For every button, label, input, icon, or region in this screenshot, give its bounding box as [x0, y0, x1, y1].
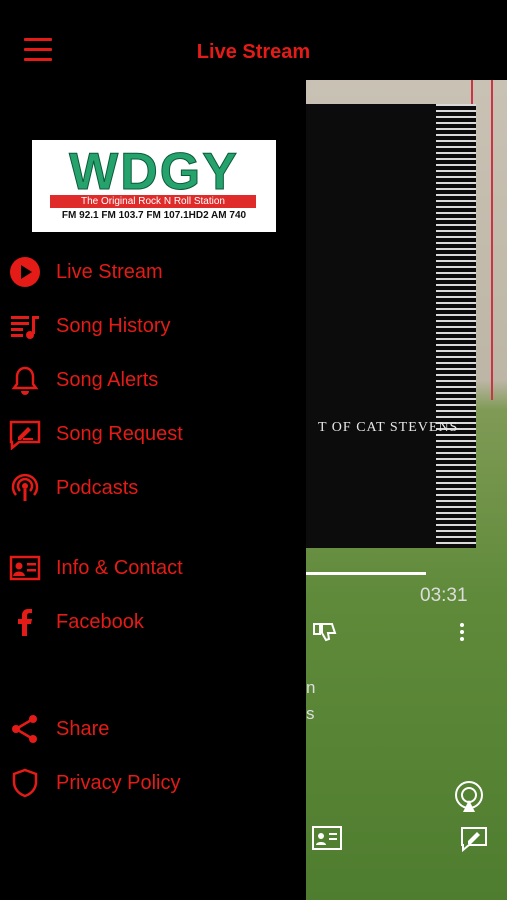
edit-message-icon: [9, 420, 41, 450]
play-circle-icon: [10, 257, 40, 287]
album-art: T OF CAT STEVENS: [306, 104, 476, 548]
menu-item-live-stream[interactable]: Live Stream: [0, 250, 306, 294]
menu-item-share[interactable]: Share: [0, 707, 306, 751]
album-waveform: [436, 104, 476, 548]
more-options-icon[interactable]: [460, 623, 466, 641]
menu-item-song-request[interactable]: Song Request: [0, 412, 306, 456]
logo-frequencies: FM 92.1 FM 103.7 FM 107.1HD2 AM 740: [61, 210, 247, 221]
menu-item-label: Info & Contact: [56, 557, 183, 579]
station-logo: WDGY The Original Rock N Roll Station FM…: [32, 140, 276, 232]
podcast-icon: [11, 473, 39, 501]
menu-item-facebook[interactable]: Facebook: [0, 600, 306, 644]
menu-item-info-contact[interactable]: Info & Contact: [0, 546, 306, 590]
logo-callsign: WDGY: [69, 143, 239, 201]
menu-item-song-alerts[interactable]: Song Alerts: [0, 358, 306, 402]
contact-card-icon: [9, 555, 41, 581]
track-time: 03:31: [420, 585, 468, 606]
album-title-text: T OF CAT STEVENS: [318, 420, 459, 435]
menu-item-label: Song History: [56, 315, 171, 337]
menu-item-privacy-policy[interactable]: Privacy Policy: [0, 761, 306, 805]
menu-item-label: Song Alerts: [56, 369, 159, 391]
track-title-partial: n: [306, 678, 316, 697]
menu-item-song-history[interactable]: Song History: [0, 304, 306, 348]
top-bar: Live Stream: [0, 0, 507, 80]
track-artist-partial: s: [306, 704, 315, 723]
contact-card-icon[interactable]: [312, 826, 342, 850]
menu-item-label: Privacy Policy: [56, 772, 181, 794]
shield-icon: [12, 768, 38, 798]
menu-item-podcasts[interactable]: Podcasts: [0, 466, 306, 510]
menu-item-label: Share: [56, 718, 110, 740]
side-drawer: WDGY The Original Rock N Roll Station FM…: [0, 80, 306, 900]
page-title: Live Stream: [196, 41, 311, 63]
playlist-icon: [11, 316, 39, 339]
thumbs-down-icon[interactable]: [312, 621, 338, 643]
player-background: T OF CAT STEVENS 03:31 n s: [306, 80, 507, 900]
facebook-icon: [18, 609, 32, 636]
progress-bar[interactable]: [306, 572, 426, 575]
menu-item-label: Live Stream: [56, 261, 163, 283]
bell-icon: [11, 366, 39, 395]
menu-item-label: Song Request: [56, 423, 183, 445]
podcast-icon[interactable]: [452, 780, 486, 814]
menu-item-label: Podcasts: [56, 477, 139, 499]
edit-message-icon[interactable]: [460, 826, 488, 852]
menu-item-label: Facebook: [56, 611, 144, 633]
share-icon: [12, 715, 37, 743]
logo-tagline: The Original Rock N Roll Station: [50, 195, 256, 208]
